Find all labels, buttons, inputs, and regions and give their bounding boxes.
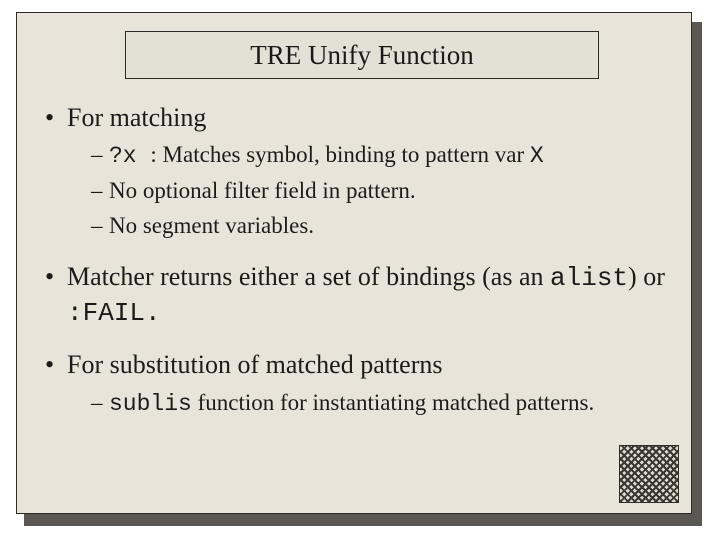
sub-no-filter: No optional filter field in pattern.	[91, 176, 671, 207]
bullet-matcher-returns: Matcher returns either a set of bindings…	[39, 260, 671, 331]
code-inline: alist	[550, 263, 628, 293]
code-inline: ?x	[109, 143, 150, 169]
bullet-text: For substitution of matched patterns	[67, 350, 443, 379]
run: ) or	[628, 262, 665, 291]
slide-content: For matching ?x : Matches symbol, bindin…	[39, 101, 671, 437]
slide: TRE Unify Function For matching ?x : Mat…	[16, 12, 692, 514]
bullet-for-matching: For matching ?x : Matches symbol, bindin…	[39, 101, 671, 242]
sub-text: function for instantiating matched patte…	[192, 390, 594, 415]
sub-pattern-var: ?x : Matches symbol, binding to pattern …	[91, 140, 671, 172]
code-inline: sublis	[109, 391, 192, 417]
code-inline: :FAIL.	[67, 298, 161, 328]
slide-stage: TRE Unify Function For matching ?x : Mat…	[0, 0, 720, 540]
bullet-text: For matching	[67, 103, 206, 132]
bullet-substitution: For substitution of matched patterns sub…	[39, 348, 671, 419]
sub-text: : Matches symbol, binding to pattern var	[150, 142, 529, 167]
sub-no-segment: No segment variables.	[91, 211, 671, 242]
sub-text: No segment variables.	[109, 213, 314, 238]
slide-title: TRE Unify Function	[125, 31, 599, 79]
sub-sublis: sublis function for instantiating matche…	[91, 388, 671, 420]
code-inline: X	[530, 143, 544, 169]
run: Matcher returns either a set of bindings…	[67, 262, 550, 291]
decorative-illustration	[619, 445, 679, 503]
sub-text: No optional filter field in pattern.	[109, 178, 416, 203]
